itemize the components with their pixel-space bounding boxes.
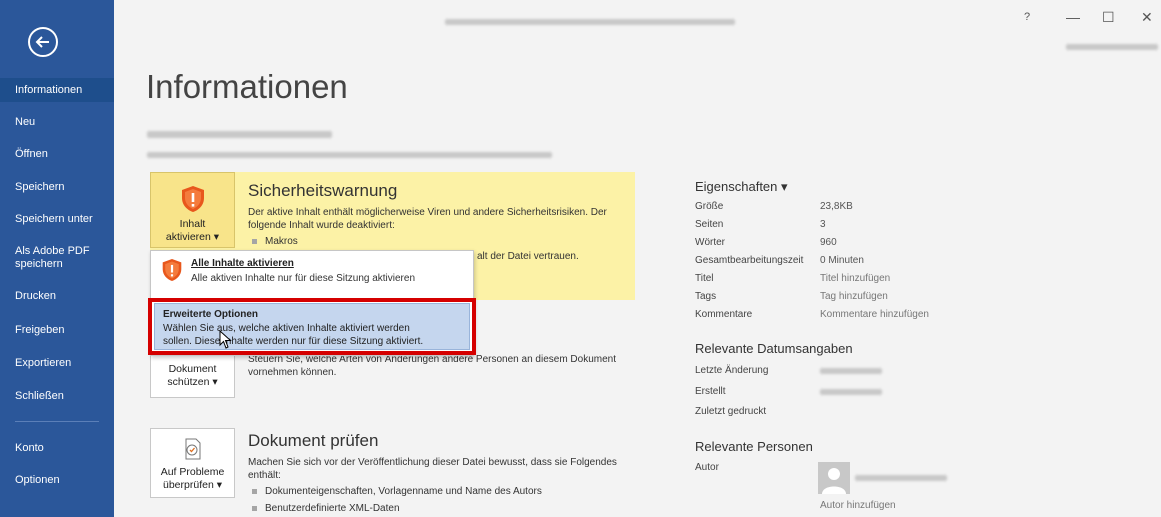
add-tag-field[interactable]: Tag hinzufügen	[820, 291, 888, 302]
prop-label-comments: Kommentare	[695, 309, 753, 320]
check-for-issues-label: Auf Probleme	[160, 466, 225, 478]
date-value-modified-blurred	[820, 368, 882, 374]
security-warning-text: Der aktive Inhalt enthält möglicherweise…	[248, 207, 607, 218]
prop-value-editing-time: 0 Minuten	[820, 255, 864, 266]
minimize-button[interactable]: —	[1066, 9, 1080, 25]
prop-value-size: 23,8KB	[820, 201, 853, 212]
sidebar-item-speichern[interactable]: Speichern	[0, 175, 114, 199]
sidebar-item-speichern-unter[interactable]: Speichern unter	[0, 207, 114, 231]
sidebar-item-optionen[interactable]: Optionen	[0, 468, 114, 492]
add-comments-field[interactable]: Kommentare hinzufügen	[820, 309, 929, 320]
inspect-document-heading: Dokument prüfen	[248, 431, 379, 450]
dates-heading: Relevante Datumsangaben	[695, 341, 853, 356]
author-label: Autor	[695, 462, 719, 473]
enable-content-button[interactable]: Inhalt aktivieren ▾	[150, 172, 235, 248]
enable-content-label: Inhalt	[179, 218, 206, 230]
prop-label-size: Größe	[695, 201, 724, 212]
sidebar-item-informationen[interactable]: Informationen	[0, 78, 114, 102]
enable-all-desc: Alle aktiven Inhalte nur für diese Sitzu…	[191, 273, 416, 284]
document-name-blurred	[147, 131, 332, 138]
sidebar-item-exportieren[interactable]: Exportieren	[0, 351, 114, 375]
bullet-icon	[252, 238, 257, 244]
close-button[interactable]: ✕	[1141, 9, 1153, 26]
arrow-left-icon	[35, 36, 49, 48]
enable-all-title: Alle Inhalte aktivieren	[191, 258, 294, 269]
trust-document-text: alt der Datei vertrauen.	[477, 251, 579, 262]
author-name-blurred	[855, 475, 947, 481]
protect-document-text-2: vornehmen können.	[248, 367, 337, 378]
add-title-field[interactable]: Titel hinzufügen	[820, 273, 890, 284]
date-label-modified: Letzte Änderung	[695, 365, 769, 376]
security-warning-text-2: folgende Inhalt wurde deaktiviert:	[248, 220, 395, 231]
back-button[interactable]	[28, 27, 58, 57]
page-title: Informationen	[146, 68, 348, 105]
mouse-cursor-icon	[219, 330, 232, 349]
prop-label-pages: Seiten	[695, 219, 724, 230]
inspect-bullet-1: Dokumenteigenschaften, Vorlagenname und …	[252, 485, 542, 498]
bullet-icon	[252, 505, 257, 511]
inspect-bullet-2: Benutzerdefinierte XML-Daten	[252, 502, 400, 515]
macros-bullet: Makros	[252, 235, 298, 248]
sidebar-item-drucken[interactable]: Drucken	[0, 284, 114, 308]
security-warning-heading: Sicherheitswarnung	[248, 181, 398, 200]
enable-all-content-option[interactable]: Alle Inhalte aktivieren Alle aktiven Inh…	[151, 251, 473, 297]
sidebar-item-schliessen[interactable]: Schließen	[0, 384, 114, 408]
enable-content-label-2: aktivieren ▾	[165, 231, 220, 243]
check-for-issues-label-2: überprüfen ▾	[163, 479, 222, 491]
backstage-sidebar: Informationen Neu Öffnen Speichern Speic…	[0, 0, 114, 517]
date-label-created: Erstellt	[695, 386, 726, 397]
inspect-document-icon	[185, 438, 201, 460]
date-value-created-blurred	[820, 389, 882, 395]
inspect-document-text-2: enthält:	[248, 470, 281, 481]
highlight-box	[148, 298, 476, 355]
sidebar-divider	[15, 421, 99, 422]
window-title-blurred	[445, 19, 735, 25]
prop-value-words: 960	[820, 237, 837, 248]
shield-warning-icon	[182, 186, 204, 212]
add-author-field[interactable]: Autor hinzufügen	[820, 500, 896, 511]
user-name-blurred[interactable]	[1066, 44, 1158, 50]
shield-warning-icon	[162, 259, 182, 281]
prop-value-pages: 3	[820, 219, 826, 230]
help-button[interactable]: ?	[1024, 11, 1030, 23]
protect-document-label-2: schützen ▾	[167, 376, 218, 388]
bullet-icon	[252, 488, 257, 494]
sidebar-item-freigeben[interactable]: Freigeben	[0, 318, 114, 342]
prop-label-words: Wörter	[695, 237, 725, 248]
avatar	[818, 462, 850, 494]
prop-label-editing-time: Gesamtbearbeitungszeit	[695, 255, 804, 266]
sidebar-item-neu[interactable]: Neu	[0, 110, 114, 134]
maximize-button[interactable]: ☐	[1102, 9, 1115, 26]
sidebar-item-adobe-pdf[interactable]: Als Adobe PDF speichern	[0, 245, 100, 271]
prop-label-title: Titel	[695, 273, 714, 284]
date-label-printed: Zuletzt gedruckt	[695, 406, 767, 417]
prop-label-tags: Tags	[695, 291, 717, 302]
people-heading: Relevante Personen	[695, 439, 813, 454]
check-for-issues-button[interactable]: Auf Probleme überprüfen ▾	[150, 428, 235, 498]
document-path-blurred	[147, 152, 552, 158]
user-silhouette-icon	[822, 468, 846, 494]
inspect-document-text: Machen Sie sich vor der Veröffentlichung…	[248, 457, 617, 468]
sidebar-item-konto[interactable]: Konto	[0, 436, 114, 460]
sidebar-item-oeffnen[interactable]: Öffnen	[0, 142, 114, 166]
protect-document-label: Dokument	[168, 363, 217, 375]
properties-heading[interactable]: Eigenschaften ▾	[695, 179, 788, 195]
